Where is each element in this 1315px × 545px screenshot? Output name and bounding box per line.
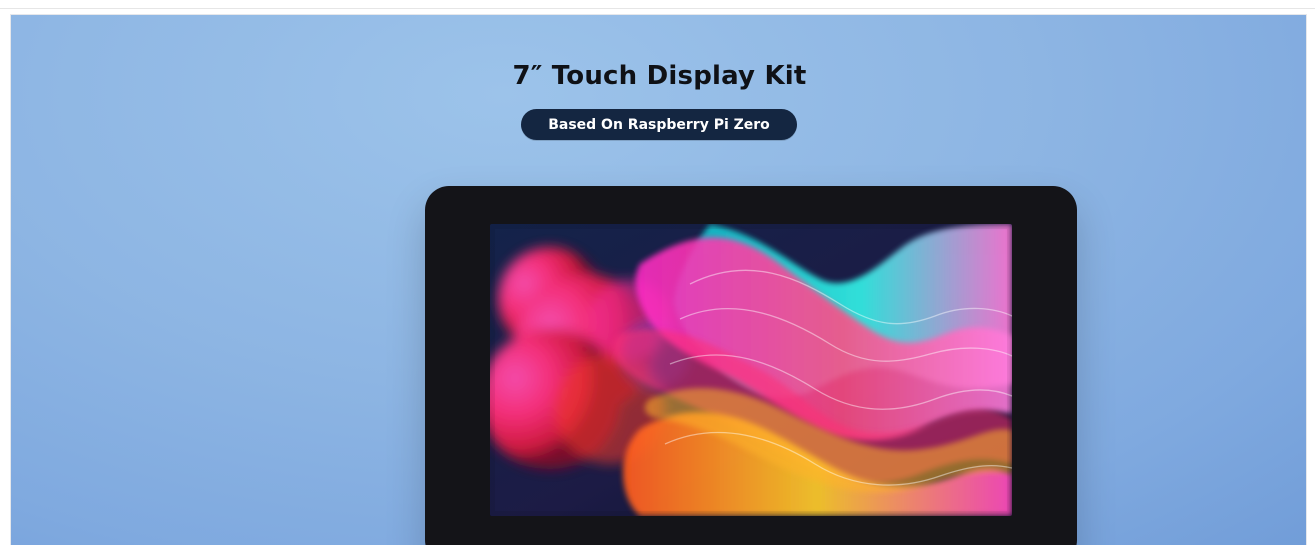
top-hairline — [0, 8, 1315, 9]
subtitle-text: Based On Raspberry Pi Zero — [548, 116, 770, 133]
display-screen — [490, 224, 1012, 516]
hero-banner: 7″ Touch Display Kit Based On Raspberry … — [10, 14, 1307, 545]
touch-display-device — [425, 186, 1077, 545]
page-title: 7″ Touch Display Kit — [512, 61, 807, 91]
abstract-waves-image — [490, 224, 1012, 516]
subtitle-badge: Based On Raspberry Pi Zero — [521, 109, 797, 140]
